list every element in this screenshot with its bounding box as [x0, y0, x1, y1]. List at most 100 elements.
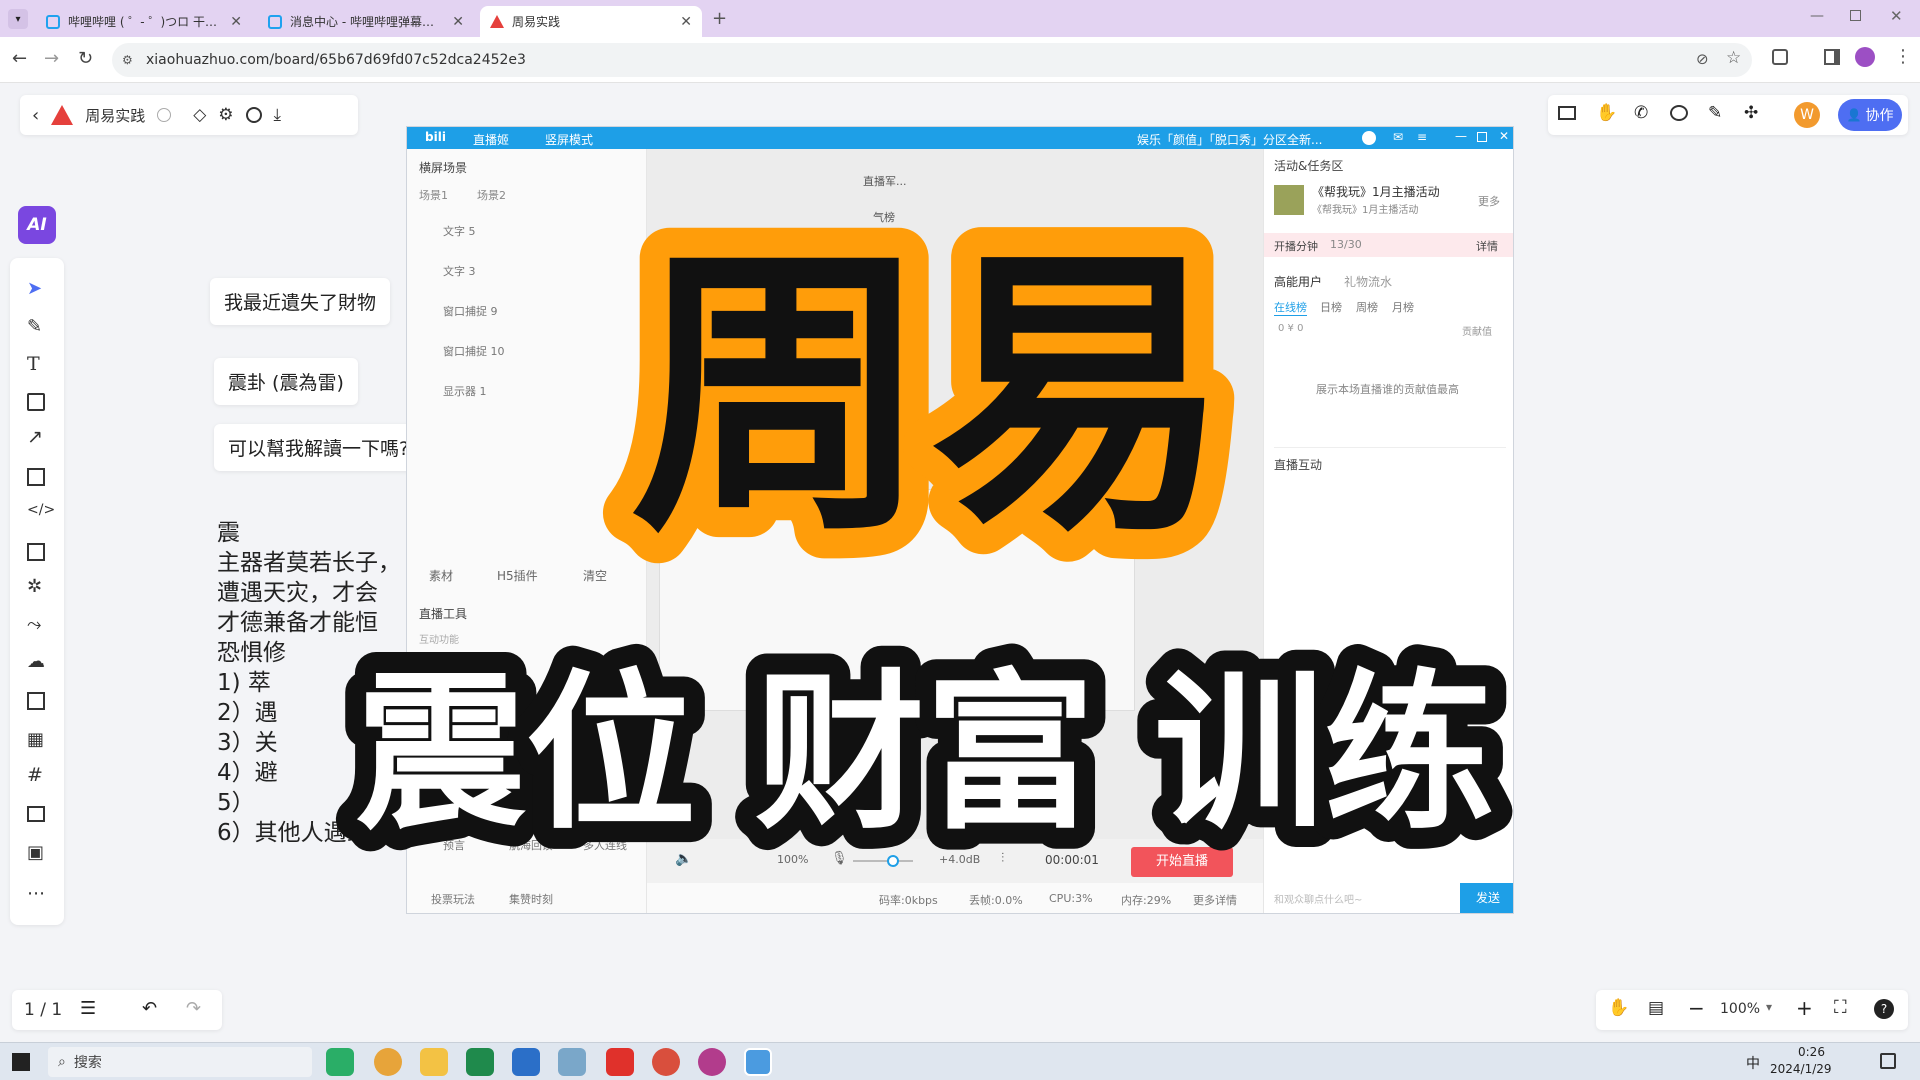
- browser-menu-icon[interactable]: ⋮: [1894, 46, 1912, 67]
- plugin-icon[interactable]: ✣: [1744, 103, 1758, 123]
- source-action[interactable]: 清空: [583, 567, 607, 584]
- close-icon[interactable]: ✕: [230, 14, 242, 30]
- phone-icon[interactable]: ✆: [1634, 103, 1648, 123]
- announcement-text[interactable]: 娱乐「颜值」「脱口秀」分区全新...: [1137, 131, 1322, 148]
- forward-arrow-icon[interactable]: →: [44, 48, 59, 69]
- progress-detail-link[interactable]: 详情: [1476, 238, 1498, 254]
- ai-button[interactable]: AI: [18, 206, 56, 244]
- chat-bubble[interactable]: 震卦 (震為雷): [214, 358, 358, 405]
- scene-tab[interactable]: 场景2: [477, 187, 506, 203]
- collab-button[interactable]: 👤 协作: [1838, 99, 1902, 131]
- zoom-dropdown-icon[interactable]: ▾: [1766, 1000, 1772, 1014]
- mic-gain-slider[interactable]: [853, 855, 913, 867]
- maximize-icon[interactable]: [1477, 132, 1487, 142]
- source-action[interactable]: 素材: [429, 567, 453, 584]
- source-item[interactable]: 文字 5: [443, 223, 476, 239]
- redo-icon[interactable]: ↷: [186, 998, 201, 1019]
- scene-tab[interactable]: 场景1: [419, 187, 448, 203]
- source-item[interactable]: 显示器 1: [443, 383, 487, 399]
- chat-input[interactable]: 和观众聊点什么吧~: [1274, 891, 1362, 906]
- kanban-icon[interactable]: [27, 692, 45, 710]
- pen-icon[interactable]: ✎: [27, 316, 49, 338]
- start-live-button[interactable]: 开始直播: [1131, 847, 1233, 877]
- avatar[interactable]: W: [1794, 102, 1820, 128]
- activity-more-link[interactable]: 更多: [1478, 193, 1500, 209]
- clock-date[interactable]: 2024/1/29: [1770, 1062, 1832, 1076]
- clock-time[interactable]: 0:26: [1798, 1045, 1825, 1059]
- zoom-level[interactable]: 100%: [1720, 1001, 1760, 1017]
- flow-icon[interactable]: ⤳: [27, 614, 49, 636]
- rank-tab[interactable]: 在线榜: [1274, 299, 1307, 316]
- tool-item[interactable]: 投票玩法: [431, 891, 475, 907]
- select-cursor-icon[interactable]: ➤: [27, 278, 49, 300]
- taskbar-search[interactable]: ⌕ 搜索: [48, 1047, 312, 1077]
- wechat-icon[interactable]: [326, 1048, 354, 1076]
- excel-icon[interactable]: [466, 1048, 494, 1076]
- progress-row[interactable]: 开播分钟 13/30 详情: [1264, 233, 1513, 257]
- app-icon[interactable]: [512, 1048, 540, 1076]
- tag-icon[interactable]: ◇: [193, 105, 206, 125]
- windows-start-icon[interactable]: [12, 1053, 30, 1071]
- map-icon[interactable]: ▤: [1648, 998, 1664, 1018]
- window-restore-icon[interactable]: [1850, 10, 1861, 21]
- document-text[interactable]: 震 主器者莫若长子， 遭遇天灾，才会 才德兼备才能恒 恐惧修 1) 萃 2）遇 …: [217, 518, 401, 848]
- tool-item[interactable]: 预言: [443, 837, 465, 853]
- profile-icon[interactable]: [1855, 47, 1875, 67]
- image-icon[interactable]: ▣: [27, 842, 49, 864]
- zoom-in-icon[interactable]: +: [1796, 996, 1813, 1020]
- close-icon[interactable]: ✕: [452, 14, 464, 30]
- present-icon[interactable]: [1558, 106, 1576, 120]
- rank-tab[interactable]: 月榜: [1392, 299, 1414, 315]
- user-avatar-icon[interactable]: [1362, 131, 1376, 145]
- template-icon[interactable]: [27, 543, 45, 561]
- browser-tab[interactable]: 哔哩哔哩 ( ゜- ゜)つロ 干杯~-bi… ✕: [36, 6, 252, 37]
- gear-icon[interactable]: ⚙: [218, 105, 233, 125]
- comment-icon[interactable]: [1670, 105, 1688, 121]
- table-icon[interactable]: ▦: [27, 729, 49, 751]
- extensions-icon[interactable]: [1772, 49, 1788, 65]
- embed-icon[interactable]: [27, 806, 45, 822]
- help-icon[interactable]: ?: [1874, 999, 1894, 1019]
- bookmark-star-icon[interactable]: ☆: [1726, 48, 1741, 68]
- undo-icon[interactable]: ↶: [142, 998, 157, 1019]
- source-item[interactable]: 窗口捕捉 10: [443, 343, 505, 359]
- chat-bubble[interactable]: 我最近遺失了財物: [210, 278, 391, 325]
- hand-icon[interactable]: ✋: [1608, 998, 1629, 1018]
- tool-item[interactable]: 多人连线: [583, 837, 627, 853]
- rectangle-icon[interactable]: [27, 468, 45, 486]
- mic-icon[interactable]: 🎙: [831, 851, 848, 866]
- tool-item[interactable]: 集赞时刻: [509, 891, 553, 907]
- new-tab-plus-icon[interactable]: +: [712, 8, 727, 29]
- mixer-icon[interactable]: ⫶: [1001, 851, 1004, 866]
- send-button[interactable]: 发送: [1460, 883, 1513, 913]
- stream-preview[interactable]: 直播军... 气榜: [647, 149, 1263, 839]
- frame-icon[interactable]: #: [27, 764, 49, 786]
- chat-bubble[interactable]: 可以幫我解讀一下嗎?: [214, 424, 424, 471]
- arrow-icon[interactable]: ↗: [27, 426, 49, 448]
- tab-high-energy-users[interactable]: 高能用户: [1274, 273, 1322, 290]
- page-indicator[interactable]: 1 / 1: [24, 1000, 62, 1020]
- browser-tab-active[interactable]: 周易实践 ✕: [480, 6, 702, 37]
- back-chevron-icon[interactable]: ‹: [32, 105, 39, 126]
- tab-list-chevron-icon[interactable]: ▾: [8, 9, 28, 29]
- upload-icon[interactable]: ☁: [27, 651, 49, 673]
- more-icon[interactable]: ⋯: [27, 883, 49, 905]
- mindmap-icon[interactable]: ✲: [27, 576, 49, 598]
- minimize-icon[interactable]: —: [1455, 129, 1467, 143]
- search-icon[interactable]: [245, 107, 262, 123]
- browser-tab[interactable]: 消息中心 - 哔哩哔哩弹幕视频网 ✕: [258, 6, 474, 37]
- status-more-link[interactable]: 更多详情: [1193, 892, 1237, 908]
- sticky-note-icon[interactable]: [27, 393, 45, 411]
- mail-icon[interactable]: ✉: [1393, 130, 1403, 144]
- chrome-icon[interactable]: [374, 1048, 402, 1076]
- menu-icon[interactable]: ≡: [1417, 130, 1427, 144]
- wps-icon[interactable]: [606, 1048, 634, 1076]
- hand-wave-icon[interactable]: ✋: [1596, 103, 1617, 123]
- site-info-icon[interactable]: ⚙: [122, 53, 133, 67]
- activity-thumbnail[interactable]: [1274, 185, 1304, 215]
- source-item[interactable]: 窗口捕捉 9: [443, 303, 498, 319]
- notes-icon[interactable]: [558, 1048, 586, 1076]
- download-icon[interactable]: ⤓: [274, 105, 282, 125]
- text-icon[interactable]: T: [27, 353, 49, 375]
- board-title[interactable]: 周易实践: [85, 105, 145, 126]
